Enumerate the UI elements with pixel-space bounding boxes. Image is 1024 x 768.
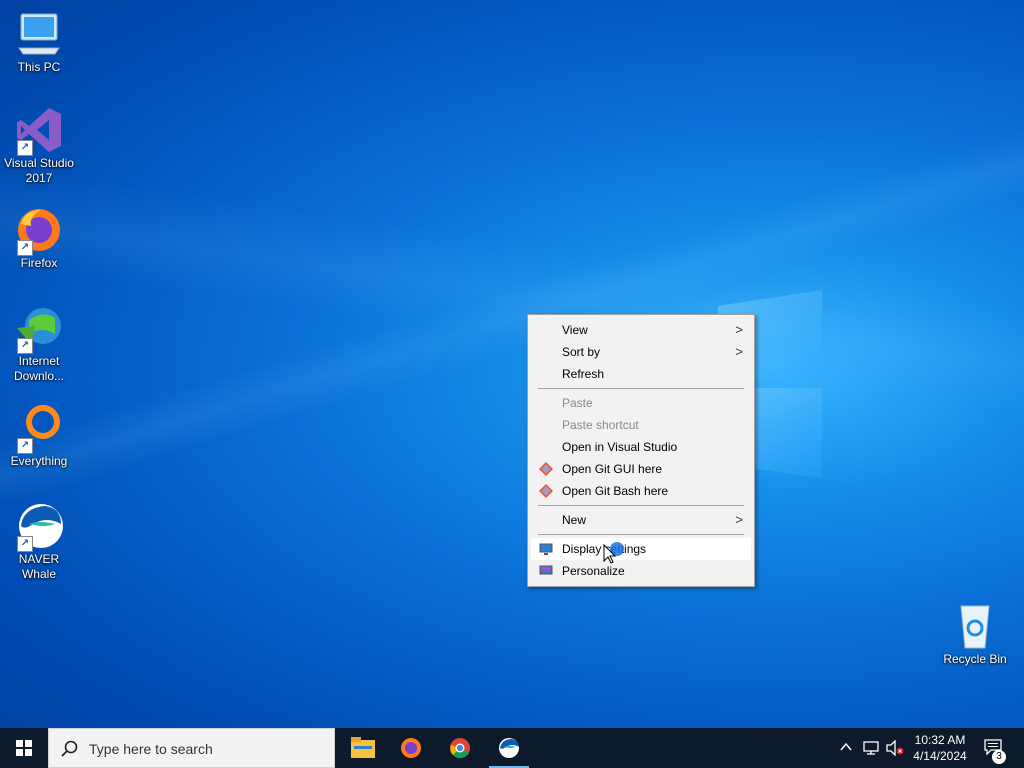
menu-item-paste[interactable]: Paste	[531, 392, 751, 414]
taskbar-chrome[interactable]	[436, 728, 484, 768]
shortcut-arrow-icon: ↗	[17, 338, 33, 354]
desktop-icon-label: Internet Downlo...	[13, 354, 65, 383]
chevron-up-icon	[840, 742, 852, 751]
menu-item-view[interactable]: View >	[531, 319, 751, 341]
menu-item-personalize[interactable]: Personalize	[531, 560, 751, 582]
menu-item-open-in-visual-studio[interactable]: Open in Visual Studio	[531, 436, 751, 458]
file-explorer-icon	[351, 737, 375, 758]
desktop-icon-label: Visual Studio 2017	[4, 156, 74, 185]
start-button[interactable]	[0, 728, 48, 768]
chevron-right-icon: >	[735, 512, 743, 527]
desktop-icon-visual-studio[interactable]: ↗ Visual Studio 2017	[1, 106, 77, 186]
clock-date: 4/14/2024	[913, 749, 967, 763]
tray-volume[interactable]	[884, 728, 906, 768]
taskbar: Type here to search 10:32 AM 4/14/2024 3	[0, 728, 1024, 768]
taskbar-firefox[interactable]	[387, 728, 435, 768]
wallpaper-beam	[0, 0, 1024, 768]
desktop-context-menu: View > Sort by > Refresh Paste Paste sho…	[527, 314, 755, 587]
menu-item-refresh[interactable]: Refresh	[531, 363, 751, 385]
recycle-bin-icon	[951, 602, 999, 650]
desktop-icon-label: Everything	[10, 454, 68, 468]
internet-download-manager-icon: ↗	[15, 304, 63, 354]
firefox-icon: ↗	[15, 206, 63, 256]
shortcut-arrow-icon: ↗	[17, 140, 33, 156]
shortcut-arrow-icon: ↗	[17, 536, 33, 552]
mouse-cursor-icon	[603, 542, 624, 564]
clock-time: 10:32 AM	[914, 733, 966, 747]
everything-icon: ↗	[15, 404, 63, 454]
desktop-icon-label: Firefox	[20, 256, 58, 270]
shortcut-arrow-icon: ↗	[17, 240, 33, 256]
taskbar-search-box[interactable]: Type here to search	[48, 728, 335, 768]
notification-count-badge: 3	[992, 750, 1006, 764]
desktop-icon-internet-download-manager[interactable]: ↗ Internet Downlo...	[1, 304, 77, 384]
desktop-icon-label: NAVER Whale	[18, 552, 60, 581]
menu-separator	[538, 505, 744, 506]
firefox-icon	[401, 738, 421, 758]
menu-item-new[interactable]: New >	[531, 509, 751, 531]
taskbar-clock[interactable]: 10:32 AM 4/14/2024	[904, 732, 976, 764]
desktop-icon-label: This PC	[17, 60, 61, 74]
naver-whale-icon	[499, 738, 519, 758]
display-settings-icon	[539, 543, 553, 555]
menu-separator	[538, 534, 744, 535]
chrome-icon	[450, 738, 470, 759]
git-icon	[539, 484, 553, 498]
menu-item-sort-by[interactable]: Sort by >	[531, 341, 751, 363]
menu-item-paste-shortcut[interactable]: Paste shortcut	[531, 414, 751, 436]
tray-chevron[interactable]	[838, 728, 854, 768]
search-icon	[61, 740, 78, 757]
windows-start-icon	[16, 740, 32, 756]
desktop-icon-this-pc[interactable]: This PC	[1, 10, 77, 75]
menu-item-open-git-bash[interactable]: Open Git Bash here	[531, 480, 751, 502]
menu-separator	[538, 388, 744, 389]
visual-studio-icon: ↗	[15, 106, 63, 156]
volume-muted-icon	[886, 740, 904, 756]
chevron-right-icon: >	[735, 344, 743, 359]
network-icon	[863, 741, 879, 755]
taskbar-file-explorer[interactable]	[338, 728, 386, 768]
desktop-icon-naver-whale[interactable]: ↗ NAVER Whale	[1, 502, 77, 582]
taskbar-naver-whale[interactable]	[485, 728, 533, 768]
wallpaper-beam	[0, 0, 1024, 768]
desktop-icon-everything[interactable]: ↗ Everything	[1, 404, 77, 469]
menu-item-open-git-gui[interactable]: Open Git GUI here	[531, 458, 751, 480]
desktop-icon-label: Recycle Bin	[943, 652, 1007, 666]
desktop-icon-firefox[interactable]: ↗ Firefox	[1, 206, 77, 271]
desktop-icon-recycle-bin[interactable]: Recycle Bin	[937, 602, 1013, 667]
this-pc-icon	[15, 10, 63, 58]
git-icon	[539, 462, 553, 476]
tray-network[interactable]	[860, 728, 882, 768]
shortcut-arrow-icon: ↗	[17, 438, 33, 454]
personalize-icon	[539, 565, 553, 575]
search-placeholder: Type here to search	[89, 741, 213, 757]
chevron-right-icon: >	[735, 322, 743, 337]
menu-item-display-settings[interactable]: Display settings	[531, 538, 751, 560]
naver-whale-icon: ↗	[15, 502, 63, 552]
